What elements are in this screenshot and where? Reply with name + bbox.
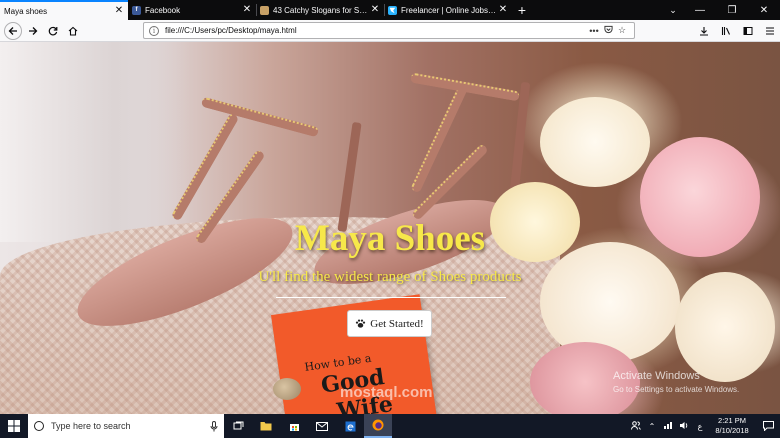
facebook-icon: f xyxy=(132,5,141,15)
forward-button[interactable] xyxy=(24,22,42,40)
task-view-icon[interactable] xyxy=(224,414,252,438)
windows-taskbar: Type here to search ⌃ ع 2:21 PM 8/10/201… xyxy=(0,414,780,438)
volume-icon[interactable] xyxy=(676,421,692,432)
tab-bar: Maya shoes ✕ f Facebook ✕ 43 Catchy Slog… xyxy=(0,0,780,20)
system-tray: ⌃ ع 2:21 PM 8/10/2018 xyxy=(628,414,780,438)
arrow-left-icon xyxy=(8,26,17,35)
home-button[interactable] xyxy=(64,22,82,40)
tab-freelancer[interactable]: Freelancer | Online Jobs | Freela ✕ xyxy=(384,0,512,20)
file-explorer-icon[interactable] xyxy=(252,414,280,438)
start-button[interactable] xyxy=(0,414,28,438)
downloads-icon[interactable] xyxy=(694,22,714,40)
tab-slogans[interactable]: 43 Catchy Slogans for Shoes - 1 ✕ xyxy=(256,0,384,20)
url-bar[interactable]: i file:///C:/Users/pc/Desktop/maya.html … xyxy=(143,22,635,39)
new-tab-button[interactable]: + xyxy=(512,0,532,20)
close-tab-icon[interactable]: ✕ xyxy=(114,6,124,16)
firefox-icon[interactable] xyxy=(364,414,392,438)
tab-label: Freelancer | Online Jobs | Freela xyxy=(401,5,498,15)
system-clock[interactable]: 2:21 PM 8/10/2018 xyxy=(708,416,756,436)
library-icon[interactable] xyxy=(716,22,736,40)
bookmark-star-icon[interactable]: ☆ xyxy=(615,25,629,36)
tab-label: Maya shoes xyxy=(4,6,48,16)
network-icon[interactable] xyxy=(660,421,676,432)
action-center-icon[interactable] xyxy=(756,421,780,431)
page-actions-icon[interactable]: ••• xyxy=(587,26,601,36)
cortana-icon xyxy=(34,421,44,431)
people-icon[interactable] xyxy=(628,420,644,432)
menu-hamburger-icon[interactable] xyxy=(760,22,780,40)
get-started-label: Get Started! xyxy=(370,317,424,330)
edge-icon[interactable] xyxy=(336,414,364,438)
close-tab-icon[interactable]: ✕ xyxy=(498,5,508,15)
close-tab-icon[interactable]: ✕ xyxy=(242,5,252,15)
clock-date: 8/10/2018 xyxy=(715,426,749,435)
tab-list-chevron-icon[interactable]: ⌄ xyxy=(662,0,684,20)
search-placeholder: Type here to search xyxy=(51,421,131,431)
chevron-up-icon[interactable]: ⌃ xyxy=(644,422,660,431)
clock-time: 2:21 PM xyxy=(718,416,746,425)
tab-maya-shoes[interactable]: Maya shoes ✕ xyxy=(0,0,128,20)
minimize-icon[interactable]: — xyxy=(684,0,716,20)
site-info-icon[interactable]: i xyxy=(149,25,159,36)
background-curtain xyxy=(0,42,190,242)
pocket-icon[interactable] xyxy=(601,25,615,36)
hero-title: Maya Shoes xyxy=(294,218,486,259)
get-started-button[interactable]: Get Started! xyxy=(347,310,432,337)
hero-divider xyxy=(276,297,506,298)
close-window-icon[interactable]: ✕ xyxy=(748,0,780,20)
windows-logo-icon xyxy=(8,420,20,432)
page-favicon-icon xyxy=(260,5,269,15)
shoe-heel xyxy=(337,121,362,233)
watermark: mostaql.com xyxy=(340,384,433,401)
reload-button[interactable] xyxy=(44,22,62,40)
tab-label: Facebook xyxy=(145,5,181,15)
tab-facebook[interactable]: f Facebook ✕ xyxy=(128,0,256,20)
store-icon[interactable] xyxy=(280,414,308,438)
activate-windows-notice: Activate Windows Go to Settings to activ… xyxy=(613,370,739,396)
coin-image xyxy=(273,378,301,400)
sidebar-icon[interactable] xyxy=(738,22,758,40)
mail-icon[interactable] xyxy=(308,414,336,438)
activate-windows-title: Activate Windows xyxy=(613,370,700,382)
page-hero-background: How to be a Good Wife Maya Shoes U'll fi… xyxy=(0,42,780,414)
arrow-right-icon xyxy=(29,26,38,35)
close-tab-icon[interactable]: ✕ xyxy=(370,5,380,15)
hero-subtitle: U'll find the widest range of Shoes prod… xyxy=(258,269,522,285)
restore-icon[interactable]: ❐ xyxy=(716,0,748,20)
taskbar-search-box[interactable]: Type here to search xyxy=(28,414,224,438)
freelancer-icon xyxy=(388,5,397,15)
activate-windows-subtitle: Go to Settings to activate Windows. xyxy=(613,385,740,394)
reload-icon xyxy=(48,26,58,35)
paw-icon xyxy=(356,319,366,328)
home-icon xyxy=(68,26,78,36)
url-text[interactable]: file:///C:/Users/pc/Desktop/maya.html xyxy=(165,26,587,35)
tab-label: 43 Catchy Slogans for Shoes - 1 xyxy=(273,5,370,15)
microphone-icon[interactable] xyxy=(210,420,218,432)
back-button[interactable] xyxy=(4,21,22,40)
input-language[interactable]: ع xyxy=(692,422,708,431)
navigation-bar: i file:///C:/Users/pc/Desktop/maya.html … xyxy=(0,20,780,42)
